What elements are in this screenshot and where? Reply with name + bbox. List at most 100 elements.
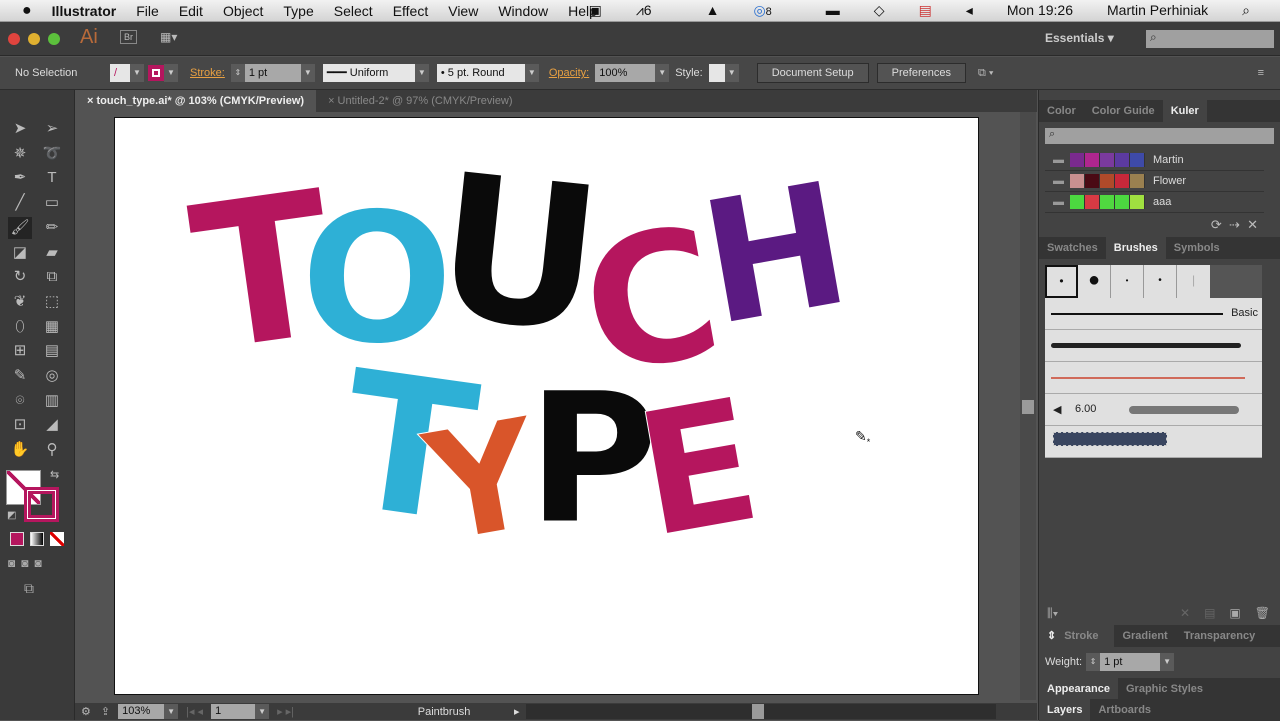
options-icon[interactable]: ▤ [1204, 606, 1215, 620]
color-mode-button[interactable] [10, 532, 24, 546]
cc-status[interactable]: ◎8 [753, 2, 791, 19]
artboard-nav-icon[interactable]: ⚙ [81, 705, 91, 718]
theme-swatch[interactable] [1085, 195, 1100, 209]
brush-large-round[interactable]: ● [1078, 265, 1111, 298]
menu-type[interactable]: Type [283, 3, 313, 19]
stroke-dropdown[interactable]: ▼ [164, 64, 178, 82]
artboard-tool-icon[interactable]: ⊡ [8, 414, 32, 436]
fill-swatch[interactable]: / [110, 64, 130, 82]
column-graph-tool-icon[interactable]: ▥ [40, 390, 64, 412]
tab-appearance[interactable]: Appearance [1039, 678, 1118, 700]
paintbrush-tool-icon[interactable]: 🖌 [8, 216, 32, 239]
drawing-modes[interactable]: ◙◙◙ [8, 556, 48, 570]
menu-edit[interactable]: Edit [179, 3, 203, 19]
stroke-weight-input[interactable]: 1 pt [244, 64, 301, 82]
theme-swatch[interactable] [1100, 174, 1115, 188]
magic-wand-tool-icon[interactable]: ✵ [8, 143, 32, 165]
screen-mode-icon[interactable]: ⧉ [24, 580, 34, 597]
blob-brush-tool-icon[interactable]: ◪ [8, 242, 32, 264]
pencil-tool-icon[interactable]: ✏ [40, 217, 64, 239]
tab-transparency[interactable]: Transparency [1176, 625, 1264, 647]
share-icon[interactable]: ⇪ [101, 705, 110, 718]
tab-untitled-2[interactable]: × Untitled-2* @ 97% (CMYK/Preview) [316, 90, 524, 112]
blend-tool-icon[interactable]: ◎ [40, 365, 64, 387]
theme-swatch[interactable] [1115, 195, 1130, 209]
delete-brush-icon[interactable]: 🗑 [1255, 606, 1270, 620]
theme-swatch[interactable] [1130, 174, 1145, 188]
theme-swatch[interactable] [1115, 153, 1130, 167]
theme-swatch[interactable] [1085, 153, 1100, 167]
control-menu-icon[interactable]: ≡ [1258, 67, 1264, 79]
brush-dropdown[interactable]: ▼ [524, 64, 539, 82]
horizontal-scroll-thumb[interactable] [751, 704, 764, 719]
opacity-dropdown[interactable]: ▼ [655, 64, 670, 82]
brush-art-ribbon[interactable] [1045, 362, 1262, 394]
variable-width-profile[interactable]: ━━━ Uniform [322, 64, 415, 82]
new-brush-icon[interactable]: ▣ [1229, 606, 1240, 620]
scale-tool-icon[interactable]: ⧉ [40, 266, 64, 288]
tab-artboards[interactable]: Artboards [1090, 699, 1159, 721]
theme-swatch[interactable] [1130, 195, 1145, 209]
vertical-scrollbar[interactable] [1020, 112, 1036, 700]
brush-oval[interactable]: • [1144, 265, 1177, 298]
user-name[interactable]: Martin Perhiniak [1107, 2, 1208, 19]
menu-app[interactable]: Illustrator [52, 3, 117, 19]
kuler-theme[interactable]: ▬ Flower [1045, 171, 1264, 192]
artboard-dropdown[interactable]: ▼ [255, 704, 270, 719]
theme-swatch[interactable] [1070, 153, 1085, 167]
brush-pattern[interactable] [1045, 426, 1262, 458]
type-tool-icon[interactable]: T [40, 167, 64, 189]
theme-swatch[interactable] [1130, 153, 1145, 167]
go-offline-icon[interactable]: ✕ [1247, 217, 1258, 232]
symbol-sprayer-tool-icon[interactable]: ⌾ [8, 390, 32, 412]
kuler-theme[interactable]: ▬ Martin [1045, 150, 1264, 171]
menu-window[interactable]: Window [498, 3, 548, 19]
stroke-swatch[interactable] [148, 65, 164, 81]
theme-swatch[interactable] [1085, 174, 1100, 188]
weight-stepper[interactable]: ⇕ [1086, 653, 1101, 671]
bridge-button[interactable]: Br [120, 30, 137, 44]
vertical-scroll-thumb[interactable] [1022, 400, 1034, 414]
wifi-icon[interactable]: ◇ [874, 2, 885, 19]
artboard[interactable]: TOUCHTYPE ✎* [114, 117, 979, 695]
fill-dropdown[interactable]: ▼ [130, 64, 144, 82]
close-tab-icon[interactable]: × [328, 95, 337, 107]
volume-icon[interactable]: ◂ [966, 2, 973, 19]
add-to-swatches-icon[interactable]: ⇢ [1229, 217, 1240, 232]
tab-color-guide[interactable]: Color Guide [1084, 100, 1163, 122]
refresh-icon[interactable]: ⟳ [1211, 217, 1222, 232]
last-artboard-button[interactable]: ▸ ▸| [277, 705, 294, 718]
theme-swatch[interactable] [1115, 174, 1130, 188]
opacity-label[interactable]: Opacity: [549, 67, 589, 79]
preferences-button[interactable]: Preferences [876, 63, 966, 83]
tab-symbols[interactable]: Symbols [1166, 237, 1228, 259]
opacity-input[interactable]: 100% [595, 64, 656, 82]
zoom-window-button[interactable] [48, 33, 60, 45]
menu-effect[interactable]: Effect [393, 3, 429, 19]
theme-swatch[interactable] [1070, 195, 1085, 209]
brush-bristle[interactable]: ◀ 6.00 [1045, 394, 1262, 426]
stroke-label[interactable]: Stroke: [190, 67, 225, 79]
tab-swatches[interactable]: Swatches [1039, 237, 1106, 259]
zoom-dropdown[interactable]: ▼ [164, 704, 179, 719]
remove-stroke-icon[interactable]: ✕ [1180, 606, 1190, 620]
eraser-tool-icon[interactable]: ▰ [40, 242, 64, 264]
brush-small-round[interactable]: • [1111, 265, 1144, 298]
tab-graphic-styles[interactable]: Graphic Styles [1118, 678, 1211, 700]
tab-kuler[interactable]: Kuler [1162, 100, 1207, 122]
arrange-documents-button[interactable]: ▦▾ [160, 30, 177, 44]
brush-libraries-menu-icon[interactable]: ⫼▾ [1047, 606, 1058, 621]
adobe-status[interactable]: ⩘6 [636, 2, 672, 19]
current-tool-status[interactable]: Paintbrush [384, 706, 504, 718]
menu-object[interactable]: Object [223, 3, 263, 19]
direct-selection-tool-icon[interactable]: ➢ [40, 118, 64, 140]
minimize-window-button[interactable] [28, 33, 40, 45]
theme-swatch[interactable] [1100, 153, 1115, 167]
perspective-grid-tool-icon[interactable]: ▦ [40, 316, 64, 338]
line-tool-icon[interactable]: ╱ [8, 192, 32, 214]
free-transform-tool-icon[interactable]: ⬚ [40, 291, 64, 313]
drive-icon[interactable]: ▲ [706, 2, 720, 19]
clock[interactable]: Mon 19:26 [1007, 2, 1073, 19]
tab-brushes[interactable]: Brushes [1105, 237, 1166, 259]
shape-builder-tool-icon[interactable]: ⬯ [8, 316, 32, 338]
